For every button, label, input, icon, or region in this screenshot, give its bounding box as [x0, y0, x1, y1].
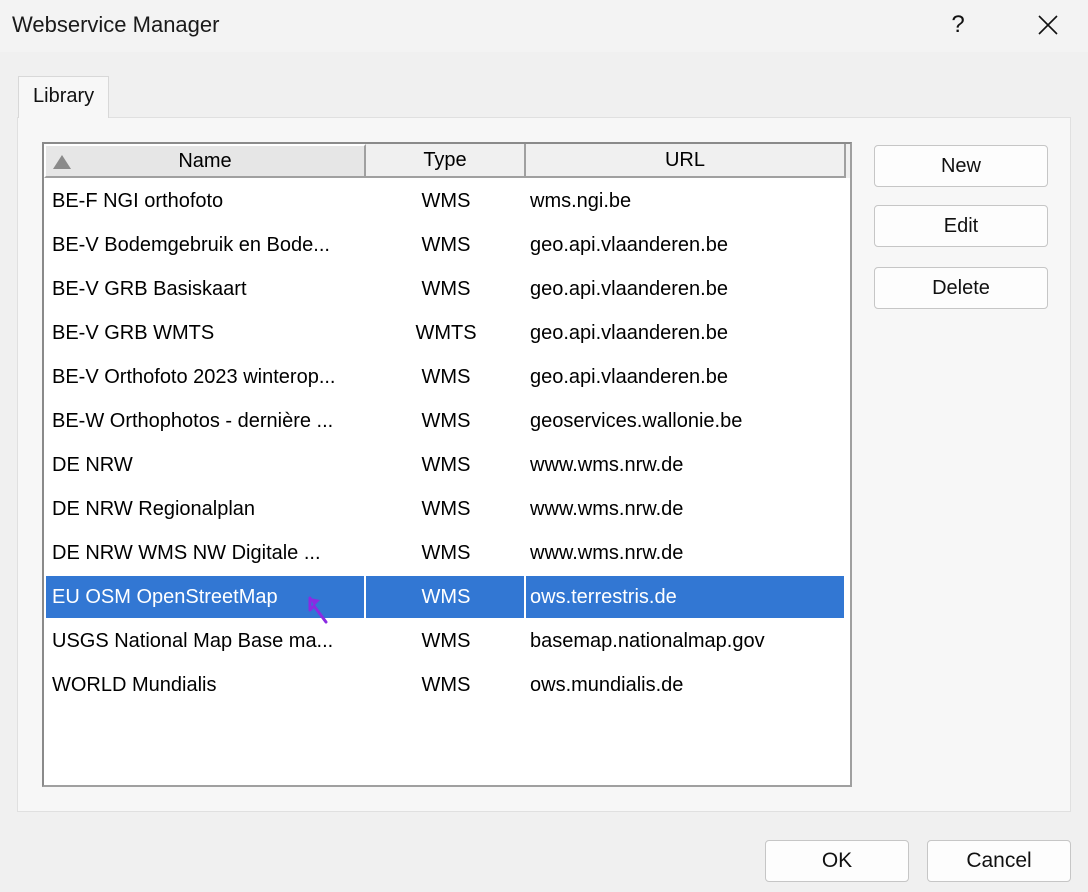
help-button[interactable]: ? — [932, 0, 984, 50]
column-header-type[interactable]: Type — [366, 144, 526, 178]
close-icon — [1038, 15, 1058, 35]
cell-type: WMS — [421, 189, 471, 212]
table-row-selected[interactable]: EU OSM OpenStreetMap WMS ows.terrestris.… — [46, 576, 846, 618]
ok-button[interactable]: OK — [765, 840, 909, 882]
webservice-list[interactable]: Name Type URL BE-F NGI orthofoto WMS wms… — [42, 142, 852, 787]
cell-name: DE NRW Regionalplan — [52, 497, 256, 520]
cell-type: WMTS — [415, 321, 477, 344]
mouse-cursor-icon — [308, 596, 328, 624]
cell-url: geo.api.vlaanderen.be — [530, 233, 728, 256]
table-row[interactable]: WORLD Mundialis WMS ows.mundialis.de — [46, 664, 846, 706]
table-row[interactable]: BE-V Orthofoto 2023 winterop... WMS geo.… — [46, 356, 846, 398]
cell-type: WMS — [421, 409, 471, 432]
cell-name: DE NRW WMS NW Digitale ... — [52, 541, 321, 564]
cell-type: WMS — [421, 497, 471, 520]
cell-url: basemap.nationalmap.gov — [530, 629, 765, 652]
cell-name: USGS National Map Base ma... — [52, 629, 334, 652]
table-row[interactable]: USGS National Map Base ma... WMS basemap… — [46, 620, 846, 662]
column-header-url[interactable]: URL — [526, 144, 846, 178]
table-row[interactable]: DE NRW Regionalplan WMS www.wms.nrw.de — [46, 488, 846, 530]
column-header-type-label: Type — [423, 148, 467, 171]
cell-url: www.wms.nrw.de — [530, 541, 684, 564]
cell-url: geo.api.vlaanderen.be — [530, 277, 728, 300]
table-row[interactable]: BE-V GRB Basiskaart WMS geo.api.vlaander… — [46, 268, 846, 310]
window-title: Webservice Manager — [12, 12, 220, 37]
table-row[interactable]: BE-V Bodemgebruik en Bode... WMS geo.api… — [46, 224, 846, 266]
table-row[interactable]: DE NRW WMS NW Digitale ... WMS www.wms.n… — [46, 532, 846, 574]
cell-url: geo.api.vlaanderen.be — [530, 321, 728, 344]
cell-name: BE-V Bodemgebruik en Bode... — [52, 233, 330, 256]
cell-type: WMS — [421, 277, 471, 300]
cell-url: geo.api.vlaanderen.be — [530, 365, 728, 388]
title-bar: Webservice Manager ? — [0, 0, 1088, 52]
cell-url: ows.terrestris.de — [530, 585, 677, 608]
column-header-name-label: Name — [178, 149, 232, 172]
edit-button[interactable]: Edit — [874, 205, 1048, 247]
list-header: Name Type URL — [44, 144, 850, 178]
table-row[interactable]: BE-V GRB WMTS WMTS geo.api.vlaanderen.be — [46, 312, 846, 354]
cell-type: WMS — [421, 541, 471, 564]
cell-name: BE-V Orthofoto 2023 winterop... — [52, 365, 336, 388]
cell-name: DE NRW — [52, 453, 133, 476]
cell-type: WMS — [421, 365, 471, 388]
cell-name: BE-V GRB WMTS — [52, 321, 215, 344]
cell-type: WMS — [421, 629, 471, 652]
column-header-url-label: URL — [664, 148, 705, 171]
close-button[interactable] — [1022, 0, 1074, 50]
cell-url: geoservices.wallonie.be — [530, 409, 743, 432]
cell-name: BE-F NGI orthofoto — [52, 189, 224, 212]
table-row[interactable]: BE-W Orthophotos - dernière ... WMS geos… — [46, 400, 846, 442]
new-button[interactable]: New — [874, 145, 1048, 187]
cell-type: WMS — [421, 233, 471, 256]
column-header-name[interactable]: Name — [44, 144, 366, 178]
cell-type: WMS — [421, 453, 471, 476]
cell-url: wms.ngi.be — [530, 189, 632, 212]
cell-name: BE-V GRB Basiskaart — [52, 277, 247, 300]
cell-url: www.wms.nrw.de — [530, 453, 684, 476]
delete-button[interactable]: Delete — [874, 267, 1048, 309]
cell-name: BE-W Orthophotos - dernière ... — [52, 409, 334, 432]
table-row[interactable]: BE-F NGI orthofoto WMS wms.ngi.be — [46, 180, 846, 222]
table-row[interactable]: DE NRW WMS www.wms.nrw.de — [46, 444, 846, 486]
cell-url: ows.mundialis.de — [530, 673, 684, 696]
tab-library[interactable]: Library — [18, 76, 109, 118]
cancel-button[interactable]: Cancel — [927, 840, 1071, 882]
cell-type: WMS — [421, 585, 471, 608]
cell-type: WMS — [421, 673, 471, 696]
cell-name: WORLD Mundialis — [52, 673, 217, 696]
cell-url: www.wms.nrw.de — [530, 497, 684, 520]
sort-ascending-icon — [53, 155, 71, 169]
